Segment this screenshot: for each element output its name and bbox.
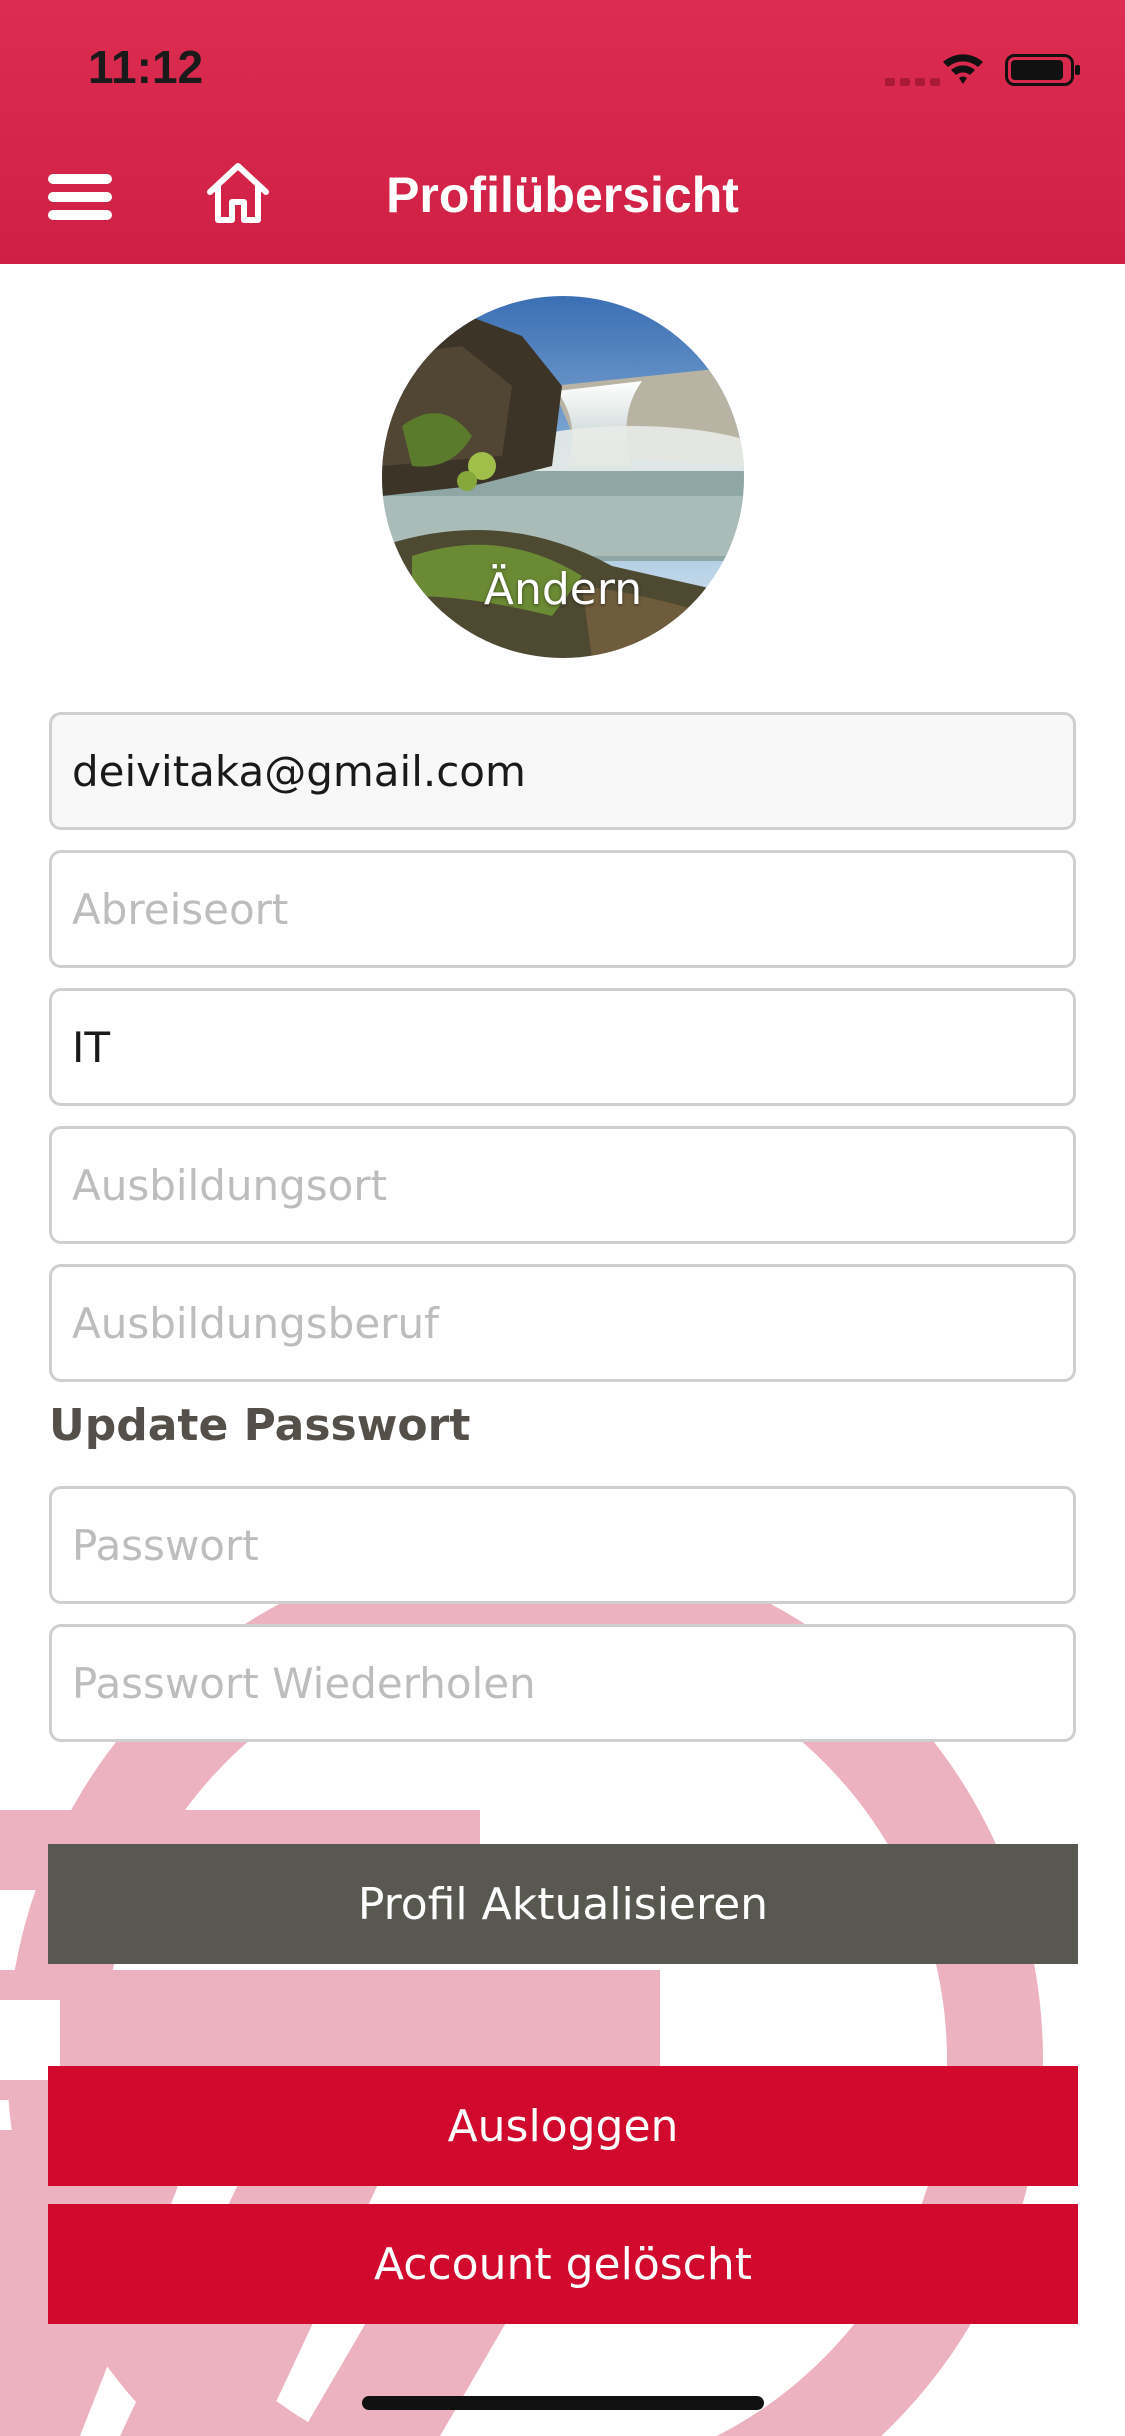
training-job-field[interactable] <box>49 1264 1076 1382</box>
home-indicator[interactable] <box>362 2396 764 2410</box>
departure-field[interactable] <box>49 850 1076 968</box>
update-profile-button[interactable]: Profil Aktualisieren <box>48 1844 1078 1964</box>
wifi-icon <box>943 54 983 84</box>
country-field[interactable] <box>49 988 1076 1106</box>
battery-icon <box>1005 54 1080 86</box>
app-header: 11:12 Profilübersicht <box>0 0 1125 264</box>
avatar-change-label: Ändern <box>483 564 643 615</box>
email-field[interactable] <box>49 712 1076 830</box>
password-repeat-field[interactable] <box>49 1624 1076 1742</box>
password-field[interactable] <box>49 1486 1076 1604</box>
profile-avatar[interactable]: Ändern <box>382 296 744 658</box>
password-section-heading: Update Passwort <box>49 1400 471 1451</box>
status-time: 11:12 <box>88 41 204 93</box>
page-title: Profilübersicht <box>386 167 739 223</box>
profile-screen: 11:12 Profilübersicht Ändern deivitaka@g… <box>0 0 1125 2436</box>
training-place-field[interactable] <box>49 1126 1076 1244</box>
logout-button[interactable]: Ausloggen <box>48 2066 1078 2186</box>
cellular-signal-icon <box>885 78 940 86</box>
delete-account-button[interactable]: Account gelöscht <box>48 2204 1078 2324</box>
